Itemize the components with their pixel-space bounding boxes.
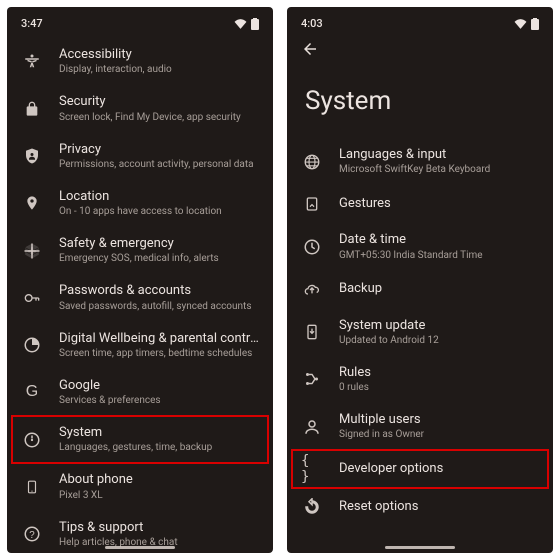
settings-row-location[interactable]: LocationOn - 10 apps have access to loca… — [7, 180, 273, 227]
settings-row-system-update[interactable]: System updateUpdated to Android 12 — [287, 309, 553, 356]
users-icon — [301, 416, 323, 438]
status-time: 3:47 — [21, 17, 43, 30]
battery-icon — [251, 18, 259, 30]
settings-scroll-screen: 3:47 AccessibilityDisplay, interaction, … — [7, 7, 273, 553]
row-subtitle: Permissions, account activity, personal … — [59, 158, 259, 171]
row-subtitle: Screen time, app timers, bedtime schedul… — [59, 347, 259, 360]
battery-icon — [531, 18, 539, 30]
row-title: Digital Wellbeing & parental controls — [59, 331, 259, 347]
gestures-icon — [301, 193, 323, 215]
update-icon — [301, 321, 323, 343]
settings-row-languages-input[interactable]: Languages & inputMicrosoft SwiftKey Beta… — [287, 138, 553, 185]
wifi-icon — [514, 19, 527, 29]
row-title: Tips & support — [59, 520, 259, 536]
safety-icon — [21, 240, 43, 262]
row-title: Developer options — [339, 461, 539, 477]
row-title: Gestures — [339, 196, 539, 212]
row-title: Multiple users — [339, 412, 539, 428]
settings-row-google[interactable]: G GoogleServices & preferences — [7, 369, 273, 416]
accessibility-icon — [21, 51, 43, 73]
google-icon: G — [21, 381, 43, 403]
settings-row-passwords-accounts[interactable]: Passwords & accountsSaved passwords, aut… — [7, 274, 273, 321]
settings-row-multiple-users[interactable]: Multiple usersSigned in as Owner — [287, 403, 553, 450]
rules-icon — [301, 368, 323, 390]
home-indicator[interactable] — [105, 546, 175, 549]
system-icon — [21, 429, 43, 451]
svg-text:?: ? — [29, 530, 35, 541]
status-icons — [234, 18, 259, 30]
lock-icon — [21, 98, 43, 120]
wellbeing-icon — [21, 334, 43, 356]
row-title: Safety & emergency — [59, 236, 259, 252]
settings-row-digital-wellbeing-parental-controls[interactable]: Digital Wellbeing & parental controlsScr… — [7, 322, 273, 369]
settings-row-date-time[interactable]: Date & timeGMT+05:30 India Standard Time — [287, 223, 553, 270]
row-title: System update — [339, 318, 539, 334]
row-title: Rules — [339, 365, 539, 381]
settings-row-gestures[interactable]: Gestures — [287, 185, 553, 223]
home-indicator[interactable] — [385, 546, 455, 549]
about-icon — [21, 476, 43, 498]
settings-row-safety-emergency[interactable]: Safety & emergencyEmergency SOS, medical… — [7, 227, 273, 274]
row-subtitle: 0 rules — [339, 381, 539, 394]
status-bar: 3:47 — [7, 7, 273, 36]
back-button[interactable] — [287, 36, 553, 62]
settings-row-privacy[interactable]: PrivacyPermissions, account activity, pe… — [7, 133, 273, 180]
system-settings-screen: 4:03 System Languages & inputMicrosoft S… — [287, 7, 553, 553]
row-title: Languages & input — [339, 147, 539, 163]
privacy-icon — [21, 145, 43, 167]
row-title: Location — [59, 189, 259, 205]
row-title: Reset options — [339, 499, 539, 515]
row-subtitle: Signed in as Owner — [339, 428, 539, 441]
clock-icon — [301, 236, 323, 258]
page-title: System — [287, 62, 553, 136]
row-title: Date & time — [339, 232, 539, 248]
settings-row-about-phone[interactable]: About phonePixel 3 XL — [7, 463, 273, 510]
settings-row-accessibility[interactable]: AccessibilityDisplay, interaction, audio — [7, 38, 273, 85]
settings-row-rules[interactable]: Rules0 rules — [287, 356, 553, 403]
settings-row-developer-options[interactable]: { } Developer options — [287, 450, 553, 488]
row-title: Security — [59, 94, 259, 110]
settings-row-reset-options[interactable]: Reset options — [287, 488, 553, 526]
row-title: About phone — [59, 472, 259, 488]
status-icons — [514, 18, 539, 30]
row-title: Privacy — [59, 142, 259, 158]
row-title: Passwords & accounts — [59, 283, 259, 299]
lang-icon — [301, 151, 323, 173]
reset-icon — [301, 496, 323, 518]
location-icon — [21, 192, 43, 214]
row-subtitle: On - 10 apps have access to location — [59, 205, 259, 218]
dev-icon: { } — [301, 458, 323, 480]
row-subtitle: Screen lock, Find My Device, app securit… — [59, 111, 259, 124]
row-subtitle: GMT+05:30 India Standard Time — [339, 249, 539, 262]
settings-row-system[interactable]: SystemLanguages, gestures, time, backup — [7, 416, 273, 463]
row-subtitle: Emergency SOS, medical info, alerts — [59, 252, 259, 265]
system-list[interactable]: Languages & inputMicrosoft SwiftKey Beta… — [287, 136, 553, 553]
row-title: Backup — [339, 281, 539, 297]
row-title: Accessibility — [59, 47, 259, 63]
row-subtitle: Saved passwords, autofill, synced accoun… — [59, 300, 259, 313]
row-subtitle: Display, interaction, audio — [59, 63, 259, 76]
row-subtitle: Updated to Android 12 — [339, 334, 539, 347]
tips-icon: ? — [21, 523, 43, 545]
status-time: 4:03 — [301, 17, 323, 30]
row-subtitle: Pixel 3 XL — [59, 489, 259, 502]
row-title: System — [59, 425, 259, 441]
settings-row-security[interactable]: SecurityScreen lock, Find My Device, app… — [7, 85, 273, 132]
settings-list[interactable]: AccessibilityDisplay, interaction, audio… — [7, 36, 273, 553]
row-subtitle: Services & preferences — [59, 394, 259, 407]
backup-icon — [301, 279, 323, 301]
status-bar: 4:03 — [287, 7, 553, 36]
row-subtitle: Microsoft SwiftKey Beta Keyboard — [339, 163, 539, 176]
wifi-icon — [234, 19, 247, 29]
passwords-icon — [21, 287, 43, 309]
arrow-back-icon — [301, 40, 319, 58]
settings-row-backup[interactable]: Backup — [287, 271, 553, 309]
row-title: Google — [59, 378, 259, 394]
row-subtitle: Languages, gestures, time, backup — [59, 441, 259, 454]
